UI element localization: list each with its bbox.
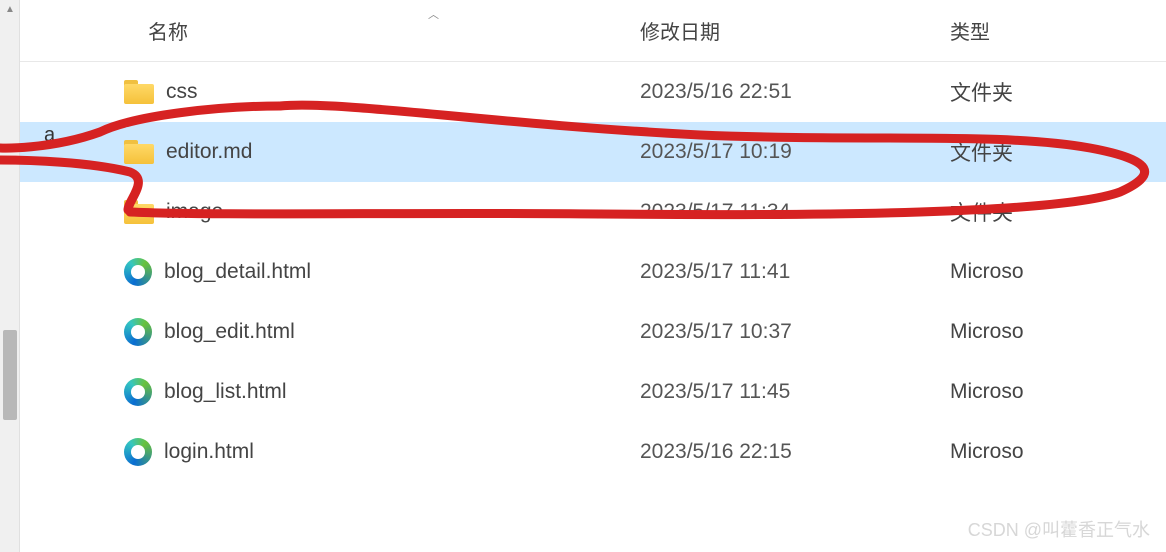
edge-browser-icon <box>124 318 152 346</box>
file-row[interactable]: css 2023/5/16 22:51文件夹 <box>20 62 1166 122</box>
folder-icon <box>124 140 154 164</box>
sort-indicator-icon[interactable]: ︿ <box>428 6 439 22</box>
file-row[interactable]: login.html 2023/5/16 22:15Microso <box>20 422 1166 482</box>
file-row[interactable]: editor.md 2023/5/17 10:19文件夹 <box>20 122 1166 182</box>
file-row[interactable]: blog_edit.html 2023/5/17 10:37Microso <box>20 302 1166 362</box>
edge-browser-icon <box>124 438 152 466</box>
file-name: blog_list.html <box>164 380 287 404</box>
file-type: Microso <box>950 260 1166 284</box>
file-type: Microso <box>950 380 1166 404</box>
file-date: 2023/5/16 22:15 <box>640 440 950 464</box>
artifact-letter: a <box>44 124 55 147</box>
file-row[interactable]: blog_list.html 2023/5/17 11:45Microso <box>20 362 1166 422</box>
file-row[interactable]: image 2023/5/17 11:34文件夹 <box>20 182 1166 242</box>
file-type: Microso <box>950 320 1166 344</box>
file-date: 2023/5/17 10:19 <box>640 140 950 164</box>
file-type: 文件夹 <box>950 77 1166 107</box>
edge-browser-icon <box>124 258 152 286</box>
file-name: editor.md <box>166 140 252 164</box>
file-name: login.html <box>164 440 254 464</box>
file-type: Microso <box>950 440 1166 464</box>
file-name: css <box>166 80 198 104</box>
scroll-thumb[interactable] <box>3 330 17 420</box>
file-date: 2023/5/16 22:51 <box>640 80 950 104</box>
file-row[interactable]: blog_detail.html 2023/5/17 11:41Microso <box>20 242 1166 302</box>
file-name: blog_detail.html <box>164 260 311 284</box>
column-header-row: ︿ 名称 修改日期 类型 <box>20 0 1166 62</box>
file-date: 2023/5/17 10:37 <box>640 320 950 344</box>
file-date: 2023/5/17 11:34 <box>640 200 950 224</box>
scroll-up-icon[interactable]: ▲ <box>0 0 20 18</box>
folder-icon <box>124 80 154 104</box>
column-header-date[interactable]: 修改日期 <box>640 16 950 45</box>
scrollbar[interactable]: ▲ <box>0 0 20 552</box>
file-name: blog_edit.html <box>164 320 295 344</box>
column-header-type[interactable]: 类型 <box>950 16 1166 45</box>
file-type: 文件夹 <box>950 197 1166 227</box>
folder-icon <box>124 200 154 224</box>
column-header-name[interactable]: 名称 <box>20 16 640 45</box>
edge-browser-icon <box>124 378 152 406</box>
file-type: 文件夹 <box>950 137 1166 167</box>
file-name: image <box>166 200 223 224</box>
file-date: 2023/5/17 11:41 <box>640 260 950 284</box>
file-date: 2023/5/17 11:45 <box>640 380 950 404</box>
